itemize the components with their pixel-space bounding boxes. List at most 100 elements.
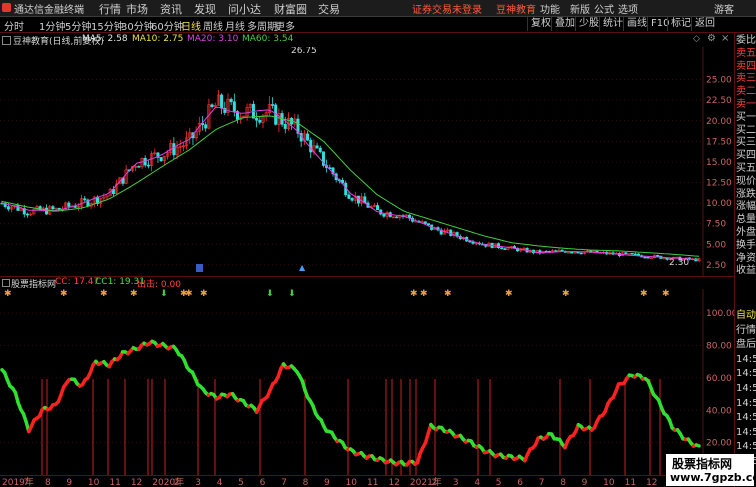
menu-wenxiaoda[interactable]: 问小达 [228, 1, 261, 17]
indicator-chart[interactable]: ✱✱✱✱⬇✱✱✱⬇⬇✱✱✱✱✱✱✱ 100.0080.0060.0040.002… [0, 289, 734, 487]
x-tick-label: 9 [582, 478, 588, 487]
tab-1min[interactable]: 1分钟 [39, 18, 65, 33]
candle-body [423, 221, 427, 224]
tick-row-8: 14:50 [736, 426, 756, 438]
quote-field-6: 买一 [736, 111, 756, 123]
x-tick-label: 11 [367, 478, 378, 487]
candle-body [350, 198, 354, 201]
candle-body [395, 216, 399, 219]
tab-5min[interactable]: 5分钟 [65, 18, 91, 33]
candle-body [6, 206, 10, 210]
quote-field-3: 卖三 [736, 73, 756, 85]
buy-signal-icon: ✱ [4, 289, 12, 299]
cc-line-segment [694, 443, 701, 448]
candle-body [172, 143, 176, 156]
menu-options[interactable]: 选项 [618, 1, 638, 16]
tab-monthly[interactable]: 月线 [225, 18, 245, 33]
overlay-button[interactable]: 叠加 [551, 17, 578, 31]
candle-body [570, 251, 574, 254]
x-tick-label: 12 [646, 478, 657, 487]
tab-weekly[interactable]: 周线 [203, 18, 223, 33]
x-tick-label: 9 [324, 478, 330, 487]
fewer-stocks-button[interactable]: 少股 [575, 17, 602, 31]
gear-icon[interactable]: ⚙ [707, 33, 716, 44]
candle-body [204, 124, 208, 129]
candle-body [315, 145, 319, 149]
indicator-info-bar: 股票指标网 CC: 17.47 CC1: 19.31 出击: 0.00 [0, 277, 734, 290]
tab-60min[interactable]: 60分钟 [151, 18, 184, 33]
quote-field-5: 卖一 [736, 99, 756, 110]
menu-discover[interactable]: 发现 [194, 1, 216, 17]
back-button[interactable]: 返回 [691, 17, 718, 31]
statistics-button[interactable]: 统计 [599, 17, 626, 31]
candlestick-chart[interactable]: 25.00 22.50 20.00 17.50 15.00 12.50 10.00 7.50 5… [0, 47, 734, 277]
buy-signal-icon: ✱ [444, 289, 452, 299]
quote-field-9: 买四 [736, 150, 756, 162]
tab-intraday[interactable]: 分时 [4, 18, 24, 33]
candle-body [503, 248, 507, 250]
candle-body [576, 251, 580, 254]
tab-more[interactable]: 更多 [275, 18, 295, 33]
buy-signal-icon: ✱ [662, 289, 670, 299]
candle-body [637, 253, 641, 256]
candle-body [624, 252, 628, 254]
tab-15min[interactable]: 15分钟 [91, 18, 124, 33]
tick-row-5: 14:50 [736, 383, 756, 394]
draw-line-button[interactable]: 画线 [623, 17, 650, 31]
candle-body [500, 247, 504, 250]
sell-signal-icon: ⬇ [160, 289, 168, 299]
menu-formula[interactable]: 公式 [594, 1, 614, 16]
sell-signal-icon: ⬇ [288, 289, 296, 299]
restore-rights-button[interactable]: 复权 [527, 17, 554, 31]
collapse-icon[interactable] [2, 279, 10, 287]
close-icon[interactable]: × [721, 33, 729, 44]
menu-new-version[interactable]: 新版 [570, 1, 590, 16]
event-marker-icon[interactable] [196, 264, 203, 272]
candle-body [25, 213, 29, 216]
app-title: 通达信金融终端 [14, 5, 84, 16]
candle-body [382, 213, 386, 217]
x-tick-label: 12 [131, 478, 142, 487]
tick-row-6: 14:50 [736, 397, 756, 409]
menu-news[interactable]: 资讯 [160, 1, 182, 17]
y-tick-label: 20.00 [706, 439, 732, 449]
buy-signal-icon: ✱ [200, 289, 208, 299]
candle-body [220, 94, 224, 109]
quote-field-12: 涨跌 [736, 188, 756, 200]
candle-body [159, 157, 163, 162]
collapse-icon[interactable] [2, 36, 11, 45]
menu-fortune-circle[interactable]: 财富圈 [274, 1, 307, 17]
tick-row-9: 14:50 [736, 441, 756, 453]
buy-signal-icon: ✱ [420, 289, 428, 299]
quote-field-2: 卖四 [736, 60, 756, 72]
x-tick-label: 3 [453, 478, 459, 487]
y-tick-label: 2.50 [706, 261, 726, 271]
x-tick-label: 8 [560, 478, 566, 487]
quote-field-14: 总量 [736, 214, 756, 226]
tab-multi-period[interactable]: 多周期 [247, 18, 277, 33]
candle-body [271, 104, 275, 106]
y-tick-label: 10.00 [706, 199, 732, 209]
event-arrow-icon[interactable]: ▲ [299, 263, 306, 272]
y-tick-label: 20.00 [706, 117, 732, 127]
x-tick-label: 10 [88, 478, 100, 487]
menu-market[interactable]: 市场 [126, 1, 148, 17]
mark-button[interactable]: 标记 [667, 17, 694, 31]
y-tick-label: 12.50 [706, 179, 732, 189]
candle-body [309, 139, 313, 153]
menu-function[interactable]: 功能 [540, 1, 560, 16]
diamond-icon[interactable]: ◇ [693, 34, 700, 44]
y-tick-label: 25.00 [706, 76, 732, 86]
cc-value: CC: 17.47 [55, 277, 100, 287]
menu-trade[interactable]: 交易 [318, 1, 340, 17]
watermark-url: www.7gpzb.com [670, 471, 756, 484]
tab-30min[interactable]: 30分钟 [121, 18, 154, 33]
buy-signal-icon: ✱ [185, 289, 193, 299]
stock-notice[interactable]: 豆神教育 [496, 1, 536, 16]
menu-quotes[interactable]: 行情 [99, 1, 121, 17]
x-tick-label: 10 [346, 478, 358, 487]
guest-user[interactable]: 游客 [714, 1, 734, 16]
login-notice[interactable]: 证券交易未登录 [412, 1, 482, 16]
x-tick-label: 12 [388, 478, 399, 487]
tab-daily[interactable]: 日线 [181, 18, 201, 33]
